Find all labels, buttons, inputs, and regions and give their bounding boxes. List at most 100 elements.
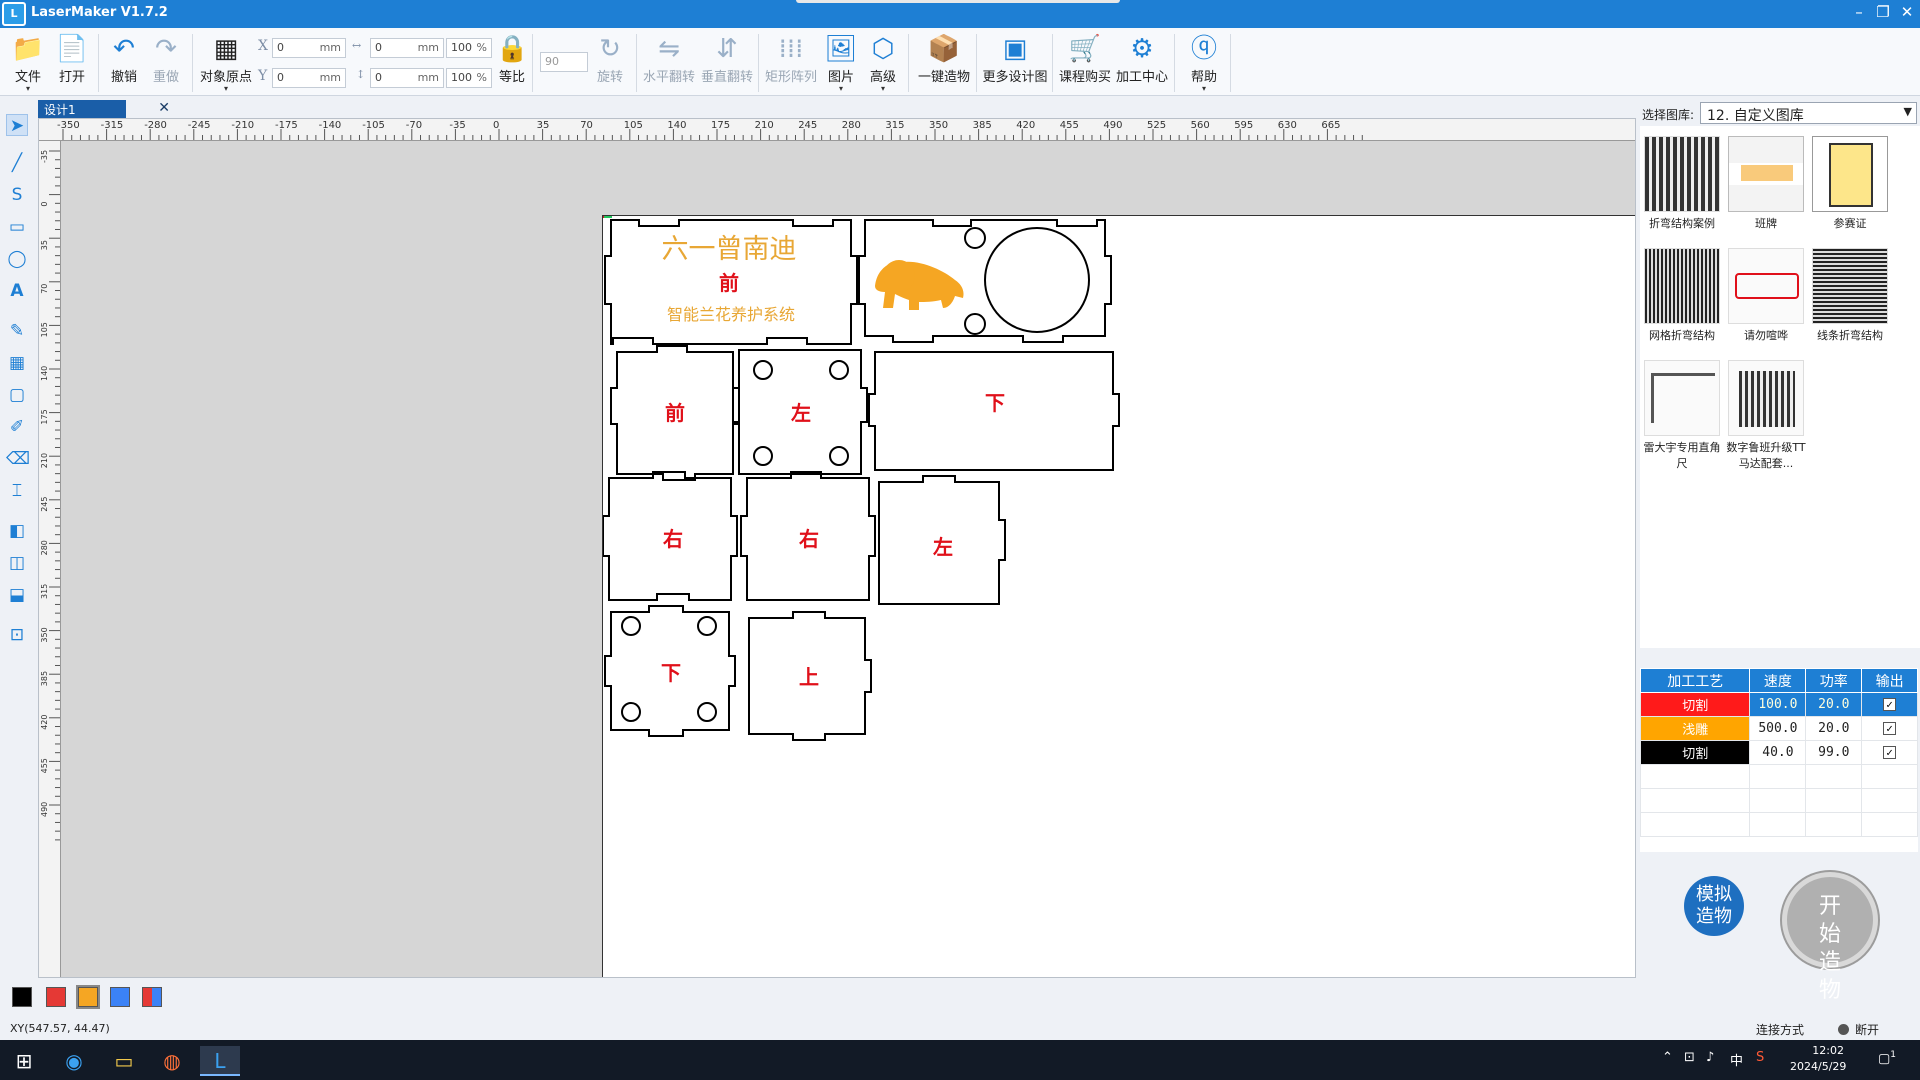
- process-center-button[interactable]: ⚙ 加工中心: [1114, 32, 1170, 94]
- color-swatch-blue[interactable]: [110, 987, 130, 1007]
- restore-button[interactable]: ❐: [1872, 3, 1894, 21]
- lock-ratio-button[interactable]: 🔒 等比: [496, 32, 528, 94]
- eraser-tool-icon[interactable]: ⌫: [6, 448, 30, 470]
- width-input[interactable]: 0 mm: [370, 38, 444, 58]
- close-window-button[interactable]: ✕: [1896, 3, 1918, 21]
- x-position-input[interactable]: 0 mm: [272, 38, 346, 58]
- library-item[interactable]: 请勿喧哗: [1726, 248, 1806, 343]
- toolbox-icon[interactable]: ⊡: [6, 624, 28, 646]
- color-swatch-orange[interactable]: [76, 985, 100, 1009]
- start-make-button[interactable]: 开始造物: [1782, 872, 1878, 1003]
- notification-icon[interactable]: ▢1: [1878, 1050, 1896, 1066]
- dimension-tool-icon[interactable]: ⌶: [6, 480, 28, 502]
- width-percent-input[interactable]: 100%: [446, 38, 492, 58]
- y-label: Y: [258, 68, 268, 84]
- ruler-label: 280: [40, 540, 49, 555]
- edit-node-tool-icon[interactable]: ✐: [6, 416, 28, 438]
- simulate-make-button[interactable]: 模拟造物: [1684, 876, 1744, 936]
- file-explorer-icon[interactable]: ▭: [104, 1046, 144, 1076]
- vertical-ruler: -35 0 35 70 105 140 175 210 245 280 315 350 385 420 45…: [39, 141, 61, 977]
- firefox-icon[interactable]: ◍: [152, 1046, 192, 1076]
- y-position-input[interactable]: 0 mm: [272, 68, 346, 88]
- rotate-button[interactable]: ↻ 旋转: [592, 32, 628, 94]
- course-shop-button[interactable]: 🛒 课程购买: [1058, 32, 1112, 94]
- one-click-make-button[interactable]: 📦 一键造物: [916, 32, 972, 94]
- rect-array-button[interactable]: ⁞⁞⁞ 矩形阵列: [764, 32, 818, 94]
- curve-tool-icon[interactable]: S: [6, 184, 28, 206]
- windows-taskbar: ⊞ ◉ ▭ ◍ L ⌃ ⊡ ♪ 中 S 12:02 2024/5/29 ▢1: [0, 1040, 1920, 1080]
- height-input[interactable]: 0 mm: [370, 68, 444, 88]
- output-checkbox[interactable]: ✓: [1883, 722, 1897, 735]
- library-dropdown[interactable]: 12. 自定义图库 ▼: [1700, 102, 1917, 124]
- ruler-label: 105: [624, 120, 643, 131]
- help-button[interactable]: ⓠ 帮助 ▾: [1184, 32, 1224, 94]
- connection-state[interactable]: 断开: [1855, 1021, 1879, 1038]
- library-item[interactable]: 参赛证: [1810, 136, 1890, 231]
- process-row[interactable]: 浅雕 500.0 20.0 ✓: [1639, 716, 1918, 741]
- ellipse-tool-icon[interactable]: ◯: [6, 248, 28, 270]
- network-icon[interactable]: ⊡: [1684, 1050, 1695, 1065]
- library-item[interactable]: 雷大宇专用直角尺: [1642, 360, 1722, 471]
- redo-button[interactable]: ↷ 重做: [148, 32, 184, 94]
- library-item[interactable]: 线条折弯结构: [1810, 248, 1890, 343]
- table-tool-icon[interactable]: ▦: [6, 352, 28, 374]
- rectangle-tool-icon[interactable]: ▭: [6, 216, 28, 238]
- height-percent-input[interactable]: 100%: [446, 68, 492, 88]
- sogou-ime-icon[interactable]: S: [1756, 1050, 1764, 1065]
- pen-tool-icon[interactable]: ✎: [6, 320, 28, 342]
- edge-browser-icon[interactable]: ◉: [54, 1046, 94, 1076]
- library-item[interactable]: 折弯结构案例: [1642, 136, 1722, 231]
- design-canvas[interactable]: -350 -315 -280 -245 -210 -175 -140 -105 -70 -35 0 3…: [38, 118, 1636, 978]
- align-bottom-tool-icon[interactable]: ⬓: [6, 584, 28, 606]
- line-tool-icon[interactable]: ╱: [6, 152, 28, 174]
- file-button[interactable]: 📁 文件 ▾: [10, 32, 46, 94]
- color-swatch-multi[interactable]: [142, 987, 162, 1007]
- ruler-label: -35: [449, 120, 465, 131]
- windows-start-icon[interactable]: ⊞: [4, 1046, 44, 1076]
- library-item[interactable]: 班牌: [1726, 136, 1806, 231]
- object-origin-button[interactable]: ▦ 对象原点 ▾: [198, 32, 254, 94]
- color-swatch-red[interactable]: [46, 987, 66, 1007]
- panel-left-hole: [753, 360, 773, 380]
- advanced-button[interactable]: ⬡ 高级 ▾: [866, 32, 900, 94]
- output-checkbox[interactable]: ✓: [1883, 698, 1897, 711]
- select-tool-icon[interactable]: ➤: [6, 114, 28, 136]
- library-thumbnail: [1728, 248, 1804, 324]
- part-label: 右: [663, 527, 683, 551]
- ruler-label: 315: [885, 120, 904, 131]
- output-checkbox[interactable]: ✓: [1883, 746, 1897, 759]
- process-row[interactable]: 切割 100.0 20.0 ✓: [1639, 692, 1918, 717]
- ime-indicator[interactable]: 中: [1730, 1050, 1743, 1069]
- rotate-angle-input[interactable]: 90: [540, 52, 588, 72]
- folder-icon: 📁: [11, 34, 45, 64]
- library-thumbnail: [1728, 360, 1804, 436]
- more-designs-button[interactable]: ▣ 更多设计图: [982, 32, 1048, 94]
- image-button[interactable]: 🖼 图片 ▾: [824, 32, 858, 94]
- chevron-down-icon: ▾: [838, 84, 843, 93]
- taskbar-clock[interactable]: 12:02 2024/5/29: [1790, 1043, 1846, 1075]
- ruler-label: 315: [40, 584, 49, 599]
- color-swatch-black[interactable]: [12, 987, 32, 1007]
- align-left-tool-icon[interactable]: ◧: [6, 520, 28, 542]
- undo-button[interactable]: ↶ 撤销: [106, 32, 142, 94]
- flip-vertical-button[interactable]: ⇵ 垂直翻转: [700, 32, 754, 94]
- work-area[interactable]: 六一曾南迪 前 智能兰花养护系统 前 左 下 右 右 左 下 上: [597, 210, 1635, 977]
- minimize-button[interactable]: –: [1848, 3, 1870, 21]
- volume-icon[interactable]: ♪: [1706, 1050, 1714, 1065]
- library-item[interactable]: 网格折弯结构: [1642, 248, 1722, 343]
- flip-horizontal-button[interactable]: ⇋ 水平翻转: [642, 32, 696, 94]
- close-tab-icon[interactable]: ✕: [158, 100, 170, 116]
- align-center-tool-icon[interactable]: ◫: [6, 552, 28, 574]
- tray-expand-icon[interactable]: ⌃: [1662, 1050, 1673, 1065]
- text-tool-icon[interactable]: A: [6, 280, 28, 302]
- tab-design1[interactable]: 设计1 ✕: [38, 100, 170, 118]
- ruler-label: 420: [1016, 120, 1035, 131]
- process-row[interactable]: 切割 40.0 99.0 ✓: [1639, 740, 1918, 765]
- open-button[interactable]: 📄 打开: [54, 32, 90, 94]
- part-label: 下: [661, 661, 681, 685]
- library-item[interactable]: 数字鲁班升级TT马达配套...: [1726, 360, 1806, 471]
- rounded-rect-tool-icon[interactable]: ▢: [6, 384, 28, 406]
- toolbar-divider: [758, 34, 759, 92]
- toolbar-divider: [1230, 34, 1231, 92]
- lasermaker-taskbar-icon[interactable]: L: [200, 1046, 240, 1076]
